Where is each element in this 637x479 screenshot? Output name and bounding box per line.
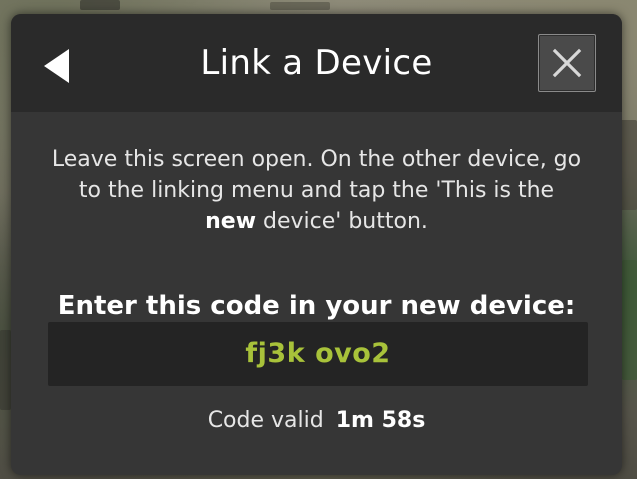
code-heading: Enter this code in your new device:: [57, 291, 576, 321]
instructions-part1: Leave this screen open. On the other dev…: [51, 147, 582, 203]
dialog-title: Link a Device: [200, 43, 433, 83]
instructions-emphasis: new: [205, 209, 257, 234]
instructions-part2: device' button.: [256, 209, 428, 234]
close-icon: [552, 48, 582, 78]
link-code: fj3k ovo2: [245, 338, 391, 369]
link-device-dialog: Link a Device Leave this screen open. On…: [11, 14, 622, 475]
validity-label: Code valid: [207, 408, 324, 433]
back-button[interactable]: [37, 44, 81, 88]
instructions-text: Leave this screen open. On the other dev…: [51, 144, 582, 237]
validity-timer: 1m 58s: [335, 408, 426, 433]
link-code-box: fj3k ovo2: [48, 322, 588, 386]
back-arrow-icon: [44, 49, 69, 83]
dialog-header: Link a Device: [11, 14, 622, 112]
close-button[interactable]: [538, 34, 596, 92]
code-validity: Code valid 1m 58s: [31, 405, 602, 437]
